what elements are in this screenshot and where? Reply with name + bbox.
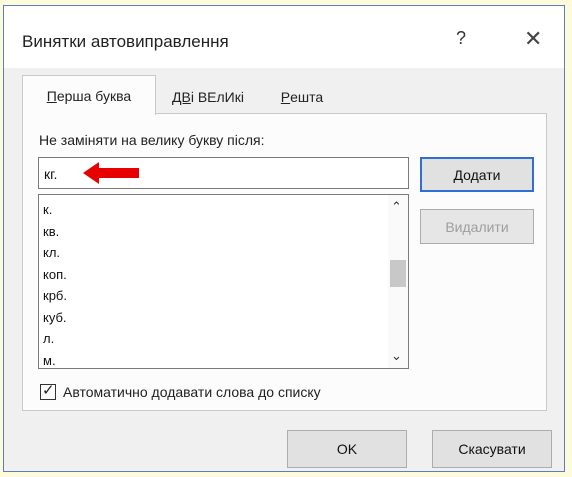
tab-label-post: ешта bbox=[290, 89, 324, 105]
tab-initial-caps[interactable]: ДВ і ВЕлИкі bbox=[156, 81, 260, 113]
cancel-button[interactable]: Скасувати bbox=[432, 430, 552, 468]
tab-panel: Не заміняти на велику букву після: кг. к… bbox=[22, 113, 547, 411]
add-button[interactable]: Додати bbox=[420, 157, 534, 192]
list-item[interactable]: коп. bbox=[43, 264, 67, 286]
tab-label-post: ерша буква bbox=[56, 87, 132, 104]
list-item[interactable]: крб. bbox=[43, 285, 67, 307]
checkmark-icon: ✓ bbox=[42, 382, 55, 399]
title-bar: Винятки автовиправлення ? ✕ bbox=[4, 6, 564, 68]
list-item[interactable]: м. bbox=[43, 350, 67, 369]
autocorrect-exceptions-dialog: Винятки автовиправлення ? ✕ Перша буква … bbox=[3, 5, 565, 472]
tab-label-accel: П bbox=[46, 87, 57, 104]
list-item[interactable]: кв. bbox=[43, 221, 67, 243]
help-icon[interactable]: ? bbox=[456, 28, 466, 49]
chevron-down-icon[interactable]: ⌄ bbox=[391, 348, 402, 364]
exceptions-label: Не заміняти на велику букву після: bbox=[39, 132, 265, 148]
exceptions-list[interactable]: к. кв. кл. коп. крб. куб. л. м. ⌃ ⌄ bbox=[38, 194, 409, 369]
list-item[interactable]: л. bbox=[43, 328, 67, 350]
list-item[interactable]: к. bbox=[43, 199, 67, 221]
list-item[interactable]: кл. bbox=[43, 242, 67, 264]
auto-add-checkbox[interactable]: ✓ bbox=[40, 382, 56, 400]
delete-button[interactable]: Видалити bbox=[420, 209, 534, 244]
auto-add-row[interactable]: ✓ Автоматично додавати слова до списку bbox=[40, 382, 321, 400]
ok-button[interactable]: OK bbox=[287, 430, 407, 468]
scrollbar-thumb[interactable] bbox=[390, 260, 406, 287]
red-arrow-icon bbox=[83, 162, 139, 184]
tab-label-accel: Р bbox=[280, 89, 291, 105]
tab-first-letter[interactable]: Перша буква bbox=[22, 75, 156, 115]
tab-other[interactable]: Решта bbox=[260, 81, 344, 113]
list-item[interactable]: куб. bbox=[43, 307, 67, 329]
dialog-title: Винятки автовиправлення bbox=[22, 32, 229, 51]
chevron-up-icon[interactable]: ⌃ bbox=[391, 199, 402, 215]
vertical-scrollbar[interactable]: ⌃ ⌄ bbox=[388, 195, 408, 368]
tab-label-accel: ДВ bbox=[172, 89, 191, 105]
close-icon[interactable]: ✕ bbox=[524, 26, 542, 52]
auto-add-label: Автоматично додавати слова до списку bbox=[63, 384, 321, 400]
list-items: к. кв. кл. коп. крб. куб. л. м. bbox=[43, 199, 67, 369]
tab-label-post: і ВЕлИкі bbox=[190, 89, 244, 105]
